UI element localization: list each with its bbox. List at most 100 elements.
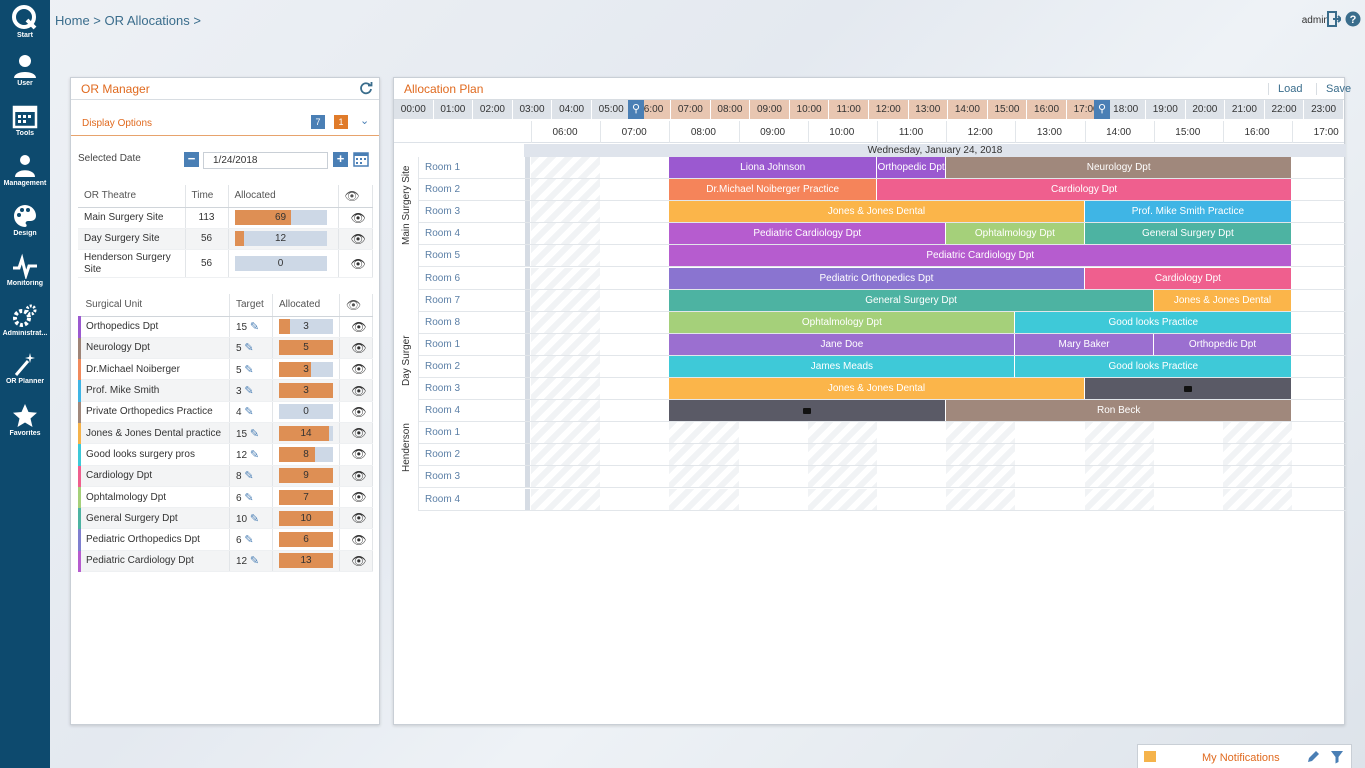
room-row[interactable]: Room 1 Jane Doe Mary Baker Orthopedic Dpt [419,333,1346,356]
edit-target-icon[interactable]: ✎ [244,342,253,354]
allocation-block[interactable]: Dr.Michael Noiberger Practice [669,179,876,201]
overview-hour[interactable]: 21:00 [1225,100,1265,119]
allocation-block[interactable]: General Surgery Dpt [669,289,1153,311]
filter-icon[interactable] [1330,750,1344,764]
calendar-day-icon[interactable]: 7 [311,115,325,129]
theatre-row[interactable]: Day Surgery Site 56 12 👁 [78,228,373,251]
eye-icon[interactable]: 👁 [338,249,373,279]
allocation-block[interactable]: Pediatric Cardiology Dpt [669,223,946,245]
eye-icon[interactable]: 👁 [338,228,373,251]
eye-icon[interactable]: 👁 [339,443,373,466]
unit-row[interactable]: Dr.Michael Noiberger 5 ✎ 3 👁 [78,358,373,381]
date-input[interactable]: 1/24/2018 [203,152,328,169]
eye-icon[interactable]: 👁 [339,316,373,338]
room-name[interactable]: Room 8 [425,317,460,328]
eye-icon[interactable]: 👁 [339,358,373,381]
edit-target-icon[interactable]: ✎ [244,470,253,482]
overview-hour[interactable]: 22:00 [1265,100,1305,119]
overview-hour[interactable]: 00:00 [394,100,434,119]
eye-icon[interactable]: 👁 [339,507,373,530]
allocation-block[interactable]: Pediatric Cardiology Dpt [669,245,1292,267]
edit-target-icon[interactable]: ✎ [244,534,253,546]
refresh-icon[interactable] [359,81,373,95]
overview-hour[interactable]: 13:00 [908,100,949,119]
unit-row[interactable]: Good looks surgery pros 12 ✎ 8 👁 [78,443,373,466]
allocation-block[interactable]: Orthopedic Dpt [877,157,946,178]
unit-row[interactable]: Prof. Mike Smith 3 ✎ 3 👁 [78,379,373,402]
room-name[interactable]: Room 4 [425,494,460,505]
zoom-end-handle[interactable]: ⚲ [1094,100,1110,119]
eye-icon[interactable]: 👁 [339,379,373,402]
unit-row[interactable]: Neurology Dpt 5 ✎ 5 👁 [78,337,373,360]
allocation-block[interactable]: Jones & Jones Dental [1153,289,1292,311]
edit-target-icon[interactable]: ✎ [244,406,253,418]
edit-target-icon[interactable]: ✎ [250,321,259,333]
unit-row[interactable]: Private Orthopedics Practice 4 ✎ 0 👁 [78,401,373,423]
allocation-block[interactable]: Cardiology Dpt [877,179,1292,201]
edit-target-icon[interactable]: ✎ [250,428,259,440]
room-row[interactable]: Room 3 Jones & Jones Dental Prof. Mike Smi… [419,201,1346,224]
unit-row[interactable]: General Surgery Dpt 10 ✎ 10 👁 [78,507,373,530]
nav-item-monitoring[interactable]: Monitoring [0,253,50,287]
unit-row[interactable]: Orthopedics Dpt 15 ✎ 3 👁 [78,316,373,338]
nav-item-administrat[interactable]: Administrat... [0,303,50,337]
eye-icon[interactable]: 👁 [339,550,373,573]
nav-item-design[interactable]: Design [0,203,50,237]
room-row[interactable]: Room 8 Ophtalmology Dpt Good looks Practic… [419,311,1346,334]
room-row[interactable]: Room 4 Pediatric Cardiology Dpt Ophtalmolo… [419,223,1346,246]
room-row[interactable]: Room 3 Jones & Jones Dental [419,378,1346,400]
allocation-block[interactable]: Ron Beck [946,400,1292,422]
room-row[interactable]: Room 2 [419,444,1346,467]
display-options[interactable]: Display Options 7 1 ⌄ [71,100,379,136]
nav-item-favorites[interactable]: Favorites [0,403,50,437]
date-decrement-button[interactable]: − [184,152,199,167]
room-row[interactable]: Room 2 Dr.Michael Noiberger Practice Cardi… [419,179,1346,202]
eye-icon[interactable]: 👁 [339,486,373,509]
allocation-block[interactable]: Pediatric Orthopedics Dpt [669,267,1084,289]
allocation-block[interactable]: Jane Doe [669,333,1015,355]
edit-target-icon[interactable]: ✎ [250,449,259,461]
room-row[interactable]: Room 2 James Meads Good looks Practice [419,355,1346,378]
overview-hour[interactable]: 03:00 [513,100,553,119]
edit-target-icon[interactable]: ✎ [244,364,253,376]
allocation-block[interactable]: James Meads [669,355,1015,377]
room-name[interactable]: Room 5 [425,250,460,261]
unit-row[interactable]: Ophtalmology Dpt 6 ✎ 7 👁 [78,486,373,509]
allocation-block[interactable]: Good looks Practice [1015,311,1292,333]
nav-item-tools[interactable]: Tools [0,103,50,137]
breadcrumb[interactable]: Home > OR Allocations > [55,13,201,28]
eye-icon[interactable]: 👁 [339,401,373,423]
nav-item-or-planner[interactable]: OR Planner [0,351,50,385]
chevron-down-icon[interactable]: ⌄ [360,114,369,127]
allocation-block[interactable]: Ophtalmology Dpt [669,311,1015,333]
allocation-block[interactable]: General Surgery Dpt [1084,223,1292,245]
logout-icon[interactable] [1327,11,1341,27]
room-name[interactable]: Room 1 [425,339,460,350]
room-row[interactable]: Room 6 Pediatric Orthopedics Dpt Cardiolog… [419,267,1346,290]
unit-row[interactable]: Cardiology Dpt 8 ✎ 9 👁 [78,465,373,487]
room-name[interactable]: Room 3 [425,471,460,482]
overview-hour[interactable]: 04:00 [552,100,592,119]
notifications-bar[interactable]: My Notifications [1137,744,1352,768]
overview-hour[interactable]: 12:00 [868,100,909,119]
date-increment-button[interactable]: + [333,152,348,167]
theatre-row[interactable]: Henderson Surgery Site 56 0 👁 [78,249,373,279]
overview-hour[interactable]: 10:00 [789,100,830,119]
edit-target-icon[interactable]: ✎ [250,513,259,525]
room-name[interactable]: Room 4 [425,228,460,239]
eye-icon[interactable]: 👁 [339,528,373,551]
overview-hour[interactable]: 20:00 [1186,100,1226,119]
allocation-block[interactable]: Prof. Mike Smith Practice [1084,201,1292,223]
edit-target-icon[interactable]: ✎ [250,555,259,567]
save-button[interactable]: Save [1316,83,1351,95]
room-name[interactable]: Room 2 [425,449,460,460]
unit-row[interactable]: Pediatric Cardiology Dpt 12 ✎ 13 👁 [78,550,373,573]
room-name[interactable]: Room 2 [425,361,460,372]
room-name[interactable]: Room 1 [425,162,460,173]
eye-icon[interactable]: 👁 [338,185,373,208]
load-button[interactable]: Load [1268,83,1302,95]
room-row[interactable]: Room 4 Ron Beck [419,400,1346,423]
room-name[interactable]: Room 4 [425,405,460,416]
room-name[interactable]: Room 6 [425,273,460,284]
room-row[interactable]: Room 4 [419,488,1346,511]
